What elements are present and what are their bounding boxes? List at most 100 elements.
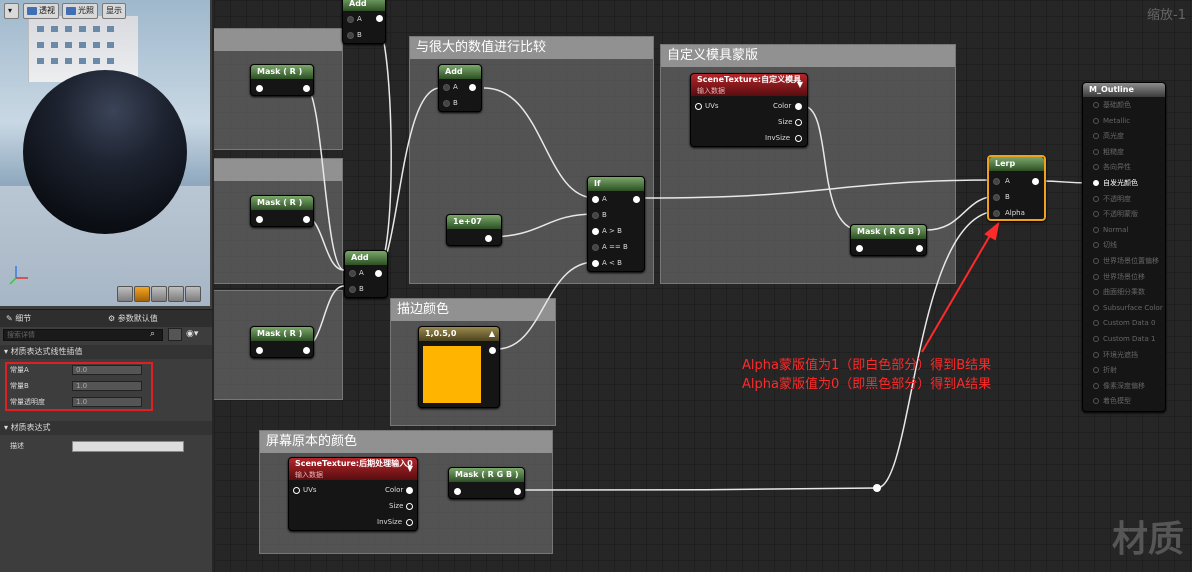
pin-icon[interactable] — [1093, 273, 1099, 280]
uvs-input-pin[interactable] — [695, 103, 702, 110]
tab-parameter-defaults[interactable]: ⚙ 参数默认值 — [108, 312, 158, 326]
output-pin[interactable] — [469, 84, 476, 91]
output-pin-row[interactable]: 自发光颜色 — [1093, 179, 1138, 187]
input-pin[interactable] — [349, 270, 356, 277]
cube-preview-button[interactable] — [168, 286, 184, 302]
output-pin[interactable] — [489, 347, 496, 354]
mask-r-node-1[interactable]: Mask ( R ) — [250, 64, 314, 96]
mask-r-node-3[interactable]: Mask ( R ) — [250, 326, 314, 358]
pin-icon[interactable] — [1093, 148, 1099, 155]
output-pin-row[interactable]: Normal — [1093, 226, 1128, 234]
output-pin[interactable] — [303, 216, 310, 223]
add-node-top[interactable]: Add A B — [342, 0, 386, 44]
color-output-pin[interactable] — [795, 103, 802, 110]
lit-button[interactable]: 光照 — [62, 3, 98, 19]
mesh-preview-button[interactable] — [185, 286, 201, 302]
sphere-preview-button[interactable] — [134, 286, 150, 302]
pin-icon[interactable] — [1093, 242, 1099, 249]
input-pin[interactable] — [347, 32, 354, 39]
output-pin-row[interactable]: 基础颜色 — [1093, 101, 1131, 109]
input-pin[interactable] — [443, 84, 450, 91]
tab-details[interactable]: ✎ 细节 — [6, 312, 31, 326]
invsize-output-pin[interactable] — [795, 135, 802, 142]
const-a-field[interactable]: 0.0 — [72, 365, 142, 375]
input-pin[interactable] — [256, 347, 263, 354]
pin-icon[interactable] — [1093, 304, 1099, 311]
eye-icon[interactable]: ◉▾ — [186, 329, 198, 339]
plane-preview-button[interactable] — [151, 286, 167, 302]
pin-icon[interactable] — [1093, 367, 1099, 374]
details-search-input[interactable]: 搜索详情 — [3, 329, 163, 341]
pin-icon[interactable] — [1093, 226, 1099, 233]
lerp-section-header[interactable]: ▾ 材质表达式线性插值 — [0, 345, 212, 359]
output-pin[interactable] — [376, 15, 383, 22]
output-pin[interactable] — [514, 488, 521, 495]
input-pin-b[interactable] — [993, 194, 1000, 201]
pin-icon[interactable] — [1093, 398, 1099, 405]
if-node[interactable]: If A B A > B A == B A < B — [587, 176, 645, 272]
input-pin-a[interactable] — [592, 196, 599, 203]
output-pin-row[interactable]: 世界场景位移 — [1093, 273, 1145, 281]
output-pin-row[interactable]: Metallic — [1093, 117, 1130, 125]
cylinder-preview-button[interactable] — [117, 286, 133, 302]
collapse-icon[interactable]: ▲ — [489, 329, 495, 338]
color-output-pin[interactable] — [406, 487, 413, 494]
color-constant-node[interactable]: 1,0.5,0 ▲ — [418, 326, 500, 408]
input-pin[interactable] — [256, 216, 263, 223]
view-options-icon[interactable] — [168, 328, 182, 341]
lerp-node[interactable]: Lerp A B Alpha — [987, 155, 1046, 221]
mask-rgb-node-screen[interactable]: Mask ( R G B ) — [448, 467, 525, 499]
pin-icon[interactable] — [1093, 102, 1099, 108]
scenetexture-custom-stencil-node[interactable]: SceneTexture:自定义模具 输入数据 ▼ UVs Color Size … — [690, 73, 808, 147]
constant-big-node[interactable]: 1e+07 — [446, 214, 502, 246]
pin-icon[interactable] — [1093, 164, 1099, 171]
output-pin[interactable] — [375, 270, 382, 277]
uvs-input-pin[interactable] — [293, 487, 300, 494]
mask-rgb-node-custom[interactable]: Mask ( R G B ) — [850, 224, 927, 256]
viewport-menu-button[interactable]: ▾ — [4, 3, 19, 19]
pin-icon[interactable] — [1093, 289, 1099, 296]
pin-icon[interactable] — [1093, 195, 1099, 202]
output-pin[interactable] — [633, 196, 640, 203]
output-pin-row[interactable]: Custom Data 0 — [1093, 319, 1155, 327]
const-alpha-field[interactable]: 1.0 — [72, 397, 142, 407]
pin-icon[interactable] — [1093, 351, 1099, 358]
material-graph[interactable]: 与很大的数值进行比较 自定义模具蒙版 描边颜色 屏幕原本的颜色 Add A B … — [214, 0, 1192, 572]
output-pin-row[interactable]: 折射 — [1093, 366, 1117, 374]
input-pin-alpha[interactable] — [993, 210, 1000, 217]
invsize-output-pin[interactable] — [406, 519, 413, 526]
output-pin-row[interactable]: 不透明度 — [1093, 195, 1131, 203]
pin-icon[interactable] — [1093, 133, 1099, 140]
material-preview-viewport[interactable]: ▾ 透视 光照 显示 — [0, 0, 210, 306]
output-pin-row[interactable]: 世界场景位置偏移 — [1093, 257, 1159, 265]
pin-icon[interactable] — [1093, 117, 1099, 124]
add-node-middle[interactable]: Add A B — [344, 250, 388, 298]
input-pin-a-lt-b[interactable] — [592, 260, 599, 267]
output-pin[interactable] — [303, 85, 310, 92]
chevron-down-icon[interactable]: ▼ — [407, 464, 413, 473]
output-pin[interactable] — [916, 245, 923, 252]
input-pin-a-gt-b[interactable] — [592, 228, 599, 235]
pin-icon[interactable] — [1093, 382, 1099, 389]
output-pin-row[interactable]: 不透明蒙版 — [1093, 210, 1138, 218]
output-pin-row[interactable]: 切线 — [1093, 241, 1117, 249]
scenetexture-postprocess-node[interactable]: SceneTexture:后期处理输入0 输入数据 ▼ UVs Color Siz… — [288, 457, 418, 531]
input-pin[interactable] — [856, 245, 863, 252]
const-b-field[interactable]: 1.0 — [72, 381, 142, 391]
mask-r-node-2[interactable]: Mask ( R ) — [250, 195, 314, 227]
input-pin[interactable] — [454, 488, 461, 495]
output-pin-row[interactable]: 着色模型 — [1093, 397, 1131, 405]
input-pin[interactable] — [443, 100, 450, 107]
chevron-down-icon[interactable]: ▼ — [797, 80, 803, 89]
pin-icon[interactable] — [1093, 336, 1099, 342]
input-pin[interactable] — [256, 85, 263, 92]
output-pin-row[interactable]: Subsurface Color — [1093, 304, 1163, 312]
output-pin-row[interactable]: 曲面细分乘数 — [1093, 288, 1145, 296]
pin-icon[interactable] — [1093, 211, 1099, 218]
size-output-pin[interactable] — [406, 503, 413, 510]
show-button[interactable]: 显示 — [102, 3, 126, 19]
pin-icon[interactable] — [1093, 180, 1099, 186]
expression-section-header[interactable]: ▾ 材质表达式 — [0, 421, 212, 435]
material-output-node[interactable]: M_Outline 基础颜色 Metallic 高光度 粗糙度 各向异性 自发光颜色 不透明… — [1082, 82, 1166, 412]
output-pin-row[interactable]: 环境光遮挡 — [1093, 351, 1138, 359]
